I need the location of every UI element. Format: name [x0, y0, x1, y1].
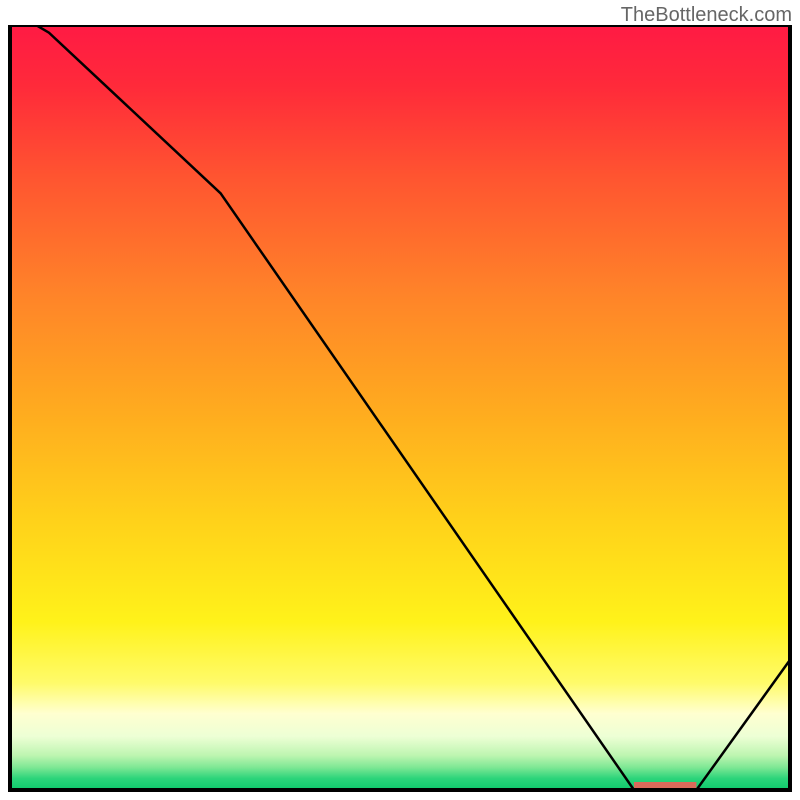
- chart-area: [0, 25, 800, 800]
- gradient-background: [10, 25, 790, 790]
- watermark-text: TheBottleneck.com: [621, 4, 792, 27]
- chart-svg: [0, 25, 800, 800]
